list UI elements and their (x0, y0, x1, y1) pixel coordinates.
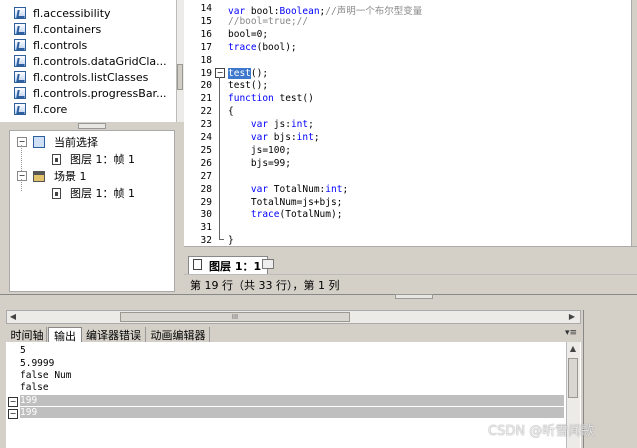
code-line[interactable]: var bool:Boolean;//声明一个布尔型变量 (228, 3, 422, 17)
horizontal-scroll-thumb[interactable]: III (120, 312, 350, 322)
library-panel[interactable]: fl.accessibility fl.containers fl.contro… (0, 0, 177, 122)
panel-menu-icon[interactable]: ▾≡ (563, 327, 579, 340)
scroll-right-icon[interactable]: ▶ (566, 311, 578, 323)
line-number: 24 (200, 132, 212, 143)
library-item[interactable]: fl.containers (14, 21, 101, 37)
line-number: 32 (200, 235, 212, 247)
line-number: 17 (200, 41, 212, 53)
package-icon (14, 39, 26, 51)
line-number: 25 (200, 144, 212, 156)
code-line[interactable]: js=100; (228, 145, 291, 156)
package-icon (14, 103, 26, 115)
code-line[interactable]: var bjs:int; (228, 132, 320, 143)
bracket-marker-icon: − (8, 397, 18, 407)
watermark: CSDN @听雪闻歌 (488, 424, 595, 439)
package-icon (14, 87, 26, 99)
library-item[interactable]: fl.accessibility (14, 5, 111, 21)
layer-frame-icon (193, 259, 202, 270)
scene-clapper-icon (33, 170, 45, 182)
code-line[interactable]: test(); (228, 67, 268, 79)
fold-toggle-icon[interactable]: − (215, 68, 225, 78)
collapse-icon[interactable]: − (17, 171, 27, 181)
editor-right-edge (631, 0, 637, 246)
line-number: 22 (200, 106, 212, 118)
editor-status-bar: 第 19 行（共 33 行），第 1 列 (184, 274, 637, 294)
splitter-handle[interactable] (78, 123, 106, 129)
package-icon (14, 55, 26, 67)
output-line: 5.9999 (20, 358, 55, 369)
package-icon (14, 71, 26, 83)
tree-node-scene[interactable]: − 场景 1 (17, 168, 87, 184)
tree-line (21, 179, 22, 191)
selection-icon (33, 136, 45, 148)
output-line-selected: 199 (20, 407, 564, 418)
library-item[interactable]: fl.controls (14, 37, 87, 53)
line-number: 20 (200, 80, 212, 92)
code-line[interactable]: trace(TotalNum); (228, 209, 343, 220)
tab-output[interactable]: 输出 (48, 327, 82, 343)
fold-line (219, 77, 220, 239)
code-line[interactable]: var TotalNum:int; (228, 184, 348, 195)
line-number: 31 (200, 222, 212, 234)
output-line: 5 (20, 345, 26, 356)
output-line: false Num (20, 370, 72, 381)
scroll-left-icon[interactable]: ◀ (7, 311, 19, 323)
output-line-selected: 199 (20, 395, 564, 406)
tree-node-scene-layer[interactable]: 图层 1：帧 1 (52, 185, 135, 201)
line-number: 29 (200, 196, 212, 208)
line-number: 28 (200, 183, 212, 195)
code-line[interactable]: var js:int; (228, 119, 314, 130)
code-line[interactable]: bool=0; (228, 29, 268, 40)
code-line[interactable]: } (228, 235, 234, 246)
output-scroll-thumb[interactable] (568, 358, 578, 398)
tree-node-current-selection[interactable]: − 当前选择 (17, 134, 98, 150)
bracket-marker-icon: − (8, 409, 18, 419)
line-number: 26 (200, 157, 212, 169)
package-icon (14, 7, 26, 19)
layer-frame-icon (52, 187, 61, 199)
tab-timeline[interactable]: 时间轴 (8, 327, 47, 342)
line-number: 16 (200, 28, 212, 40)
code-line[interactable]: TotalNum=js+bjs; (228, 197, 343, 208)
tab-compiler-errors[interactable]: 编译器错误 (82, 327, 146, 342)
splitter-handle[interactable] (395, 294, 433, 299)
output-line: false (20, 382, 49, 393)
line-number: 19 (200, 67, 212, 79)
pin-icon[interactable] (262, 259, 274, 269)
code-line[interactable]: trace(bool); (228, 42, 297, 53)
collapse-icon[interactable]: − (17, 137, 27, 147)
panel-splitter[interactable] (0, 294, 637, 311)
line-number: 18 (200, 54, 212, 66)
code-line[interactable]: { (228, 106, 234, 117)
code-line[interactable]: bjs=99; (228, 158, 291, 169)
code-line[interactable]: function test() (228, 93, 314, 104)
line-number: 21 (200, 93, 212, 105)
tab-motion-editor[interactable]: 动画编辑器 (147, 327, 210, 342)
line-number: 14 (200, 3, 212, 14)
fold-end (219, 239, 224, 240)
selected-text: test (228, 67, 251, 79)
line-number: 15 (200, 15, 212, 27)
tree-node-layer[interactable]: 图层 1：帧 1 (52, 151, 135, 167)
line-number: 30 (200, 209, 212, 221)
layer-frame-icon (52, 153, 61, 165)
scroll-up-icon[interactable]: ▲ (567, 343, 579, 355)
library-item[interactable]: fl.controls.dataGridCla... (14, 53, 167, 69)
code-line[interactable]: test(); (228, 80, 268, 91)
library-scroll-thumb[interactable] (177, 64, 183, 90)
library-item[interactable]: fl.core (14, 101, 67, 117)
package-icon (14, 23, 26, 35)
line-number: 27 (200, 170, 212, 182)
code-line[interactable]: //bool=true;// (228, 16, 308, 27)
line-number: 23 (200, 119, 212, 131)
library-item[interactable]: fl.controls.progressBar... (14, 85, 167, 101)
library-item[interactable]: fl.controls.listClasses (14, 69, 148, 85)
